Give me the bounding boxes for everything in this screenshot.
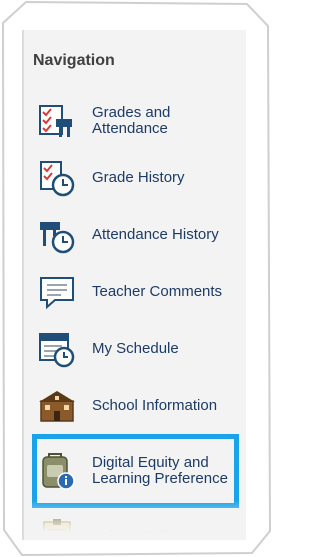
nav-item-label: School Bulletin: [92, 528, 192, 541]
navigation-title: Navigation: [33, 52, 115, 69]
teacher-comments-icon: [38, 270, 76, 314]
school-information-icon: [38, 384, 76, 428]
navigation-panel: Navigation Grades and Attendance Grade H…: [22, 30, 246, 540]
nav-item-school-information[interactable]: School Information: [24, 377, 246, 435]
digital-equity-icon: [38, 449, 76, 493]
nav-item-label: Digital Equity and Learning Preference: [92, 454, 228, 487]
grade-history-icon: [38, 156, 76, 200]
nav-item-label: School Information: [92, 397, 218, 414]
school-bulletin-icon: [38, 515, 76, 540]
nav-item-label: Teacher Comments: [92, 283, 223, 300]
nav-item-label: Grades and Attendance: [92, 104, 171, 137]
nav-item-grades-and-attendance[interactable]: Grades and Attendance: [24, 92, 246, 150]
nav-item-label: My Schedule: [92, 340, 179, 357]
grades-attendance-icon: [38, 99, 76, 143]
nav-item-label: Attendance History: [92, 226, 219, 243]
attendance-history-icon: [38, 213, 76, 257]
nav-item-digital-equity[interactable]: Digital Equity and Learning Preference: [24, 434, 246, 508]
nav-item-my-schedule[interactable]: My Schedule: [24, 320, 246, 378]
my-schedule-icon: [38, 327, 76, 371]
nav-item-grade-history[interactable]: Grade History: [24, 149, 246, 207]
nav-item-school-bulletin[interactable]: School Bulletin: [24, 508, 246, 540]
nav-item-label: Grade History: [92, 169, 185, 186]
nav-item-attendance-history[interactable]: Attendance History: [24, 206, 246, 264]
nav-item-teacher-comments[interactable]: Teacher Comments: [24, 263, 246, 321]
